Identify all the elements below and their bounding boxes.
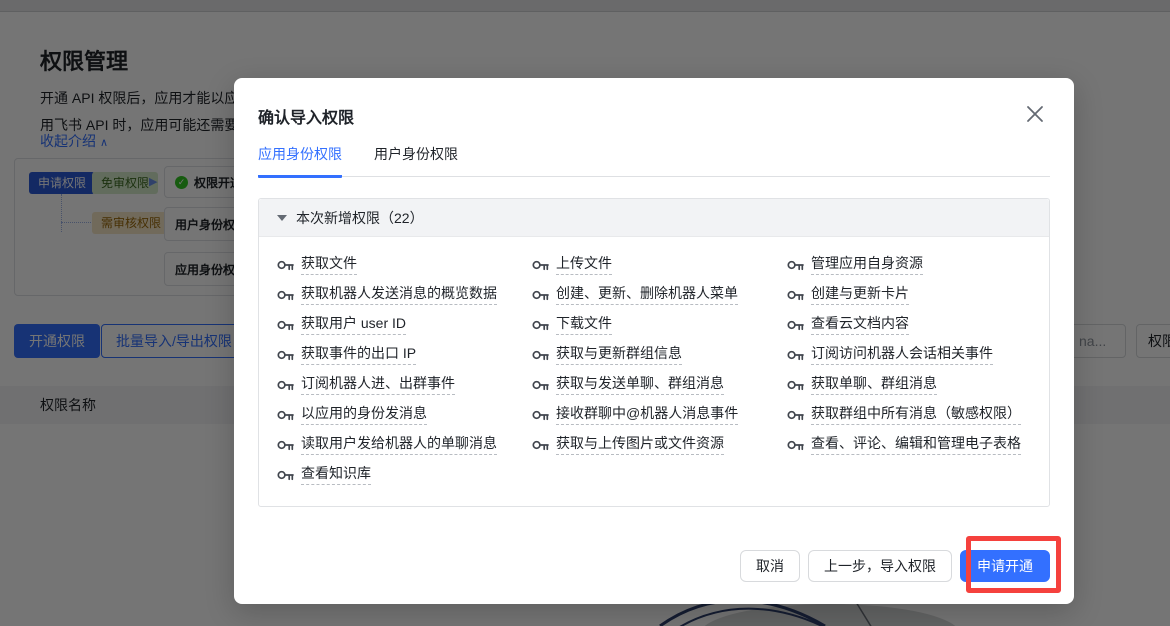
key-icon xyxy=(532,379,549,392)
permission-item[interactable]: 读取用户发给机器人的单聊消息 xyxy=(277,430,532,460)
permissions-grid: 获取文件 获取机器人发送消息的概览数据 获取用户 user ID 获取事件的出口… xyxy=(259,237,1049,490)
permission-item[interactable]: 以应用的身份发消息 xyxy=(277,400,532,430)
permission-label: 以应用的身份发消息 xyxy=(301,405,427,425)
key-icon xyxy=(787,289,804,302)
screen: 权限管理 开通 API 权限后，应用才能以应用身 用飞书 API 时，应用可能还… xyxy=(0,0,1170,626)
permission-item[interactable]: 获取与更新群组信息 xyxy=(532,340,787,370)
cancel-button[interactable]: 取消 xyxy=(740,550,800,582)
key-icon xyxy=(532,259,549,272)
permission-item[interactable]: 查看云文档内容 xyxy=(787,310,1049,340)
permission-item[interactable]: 管理应用自身资源 xyxy=(787,250,1049,280)
permission-label: 管理应用自身资源 xyxy=(811,255,923,275)
permission-item[interactable]: 获取事件的出口 IP xyxy=(277,340,532,370)
permission-item[interactable]: 创建与更新卡片 xyxy=(787,280,1049,310)
permission-item[interactable]: 获取用户 user ID xyxy=(277,310,532,340)
key-icon xyxy=(277,289,294,302)
chevron-down-icon xyxy=(277,215,287,221)
permissions-column-2: 上传文件 创建、更新、删除机器人菜单 下载文件 获取与更新群组信息 获取与发送单… xyxy=(532,250,787,490)
key-icon xyxy=(277,409,294,422)
permission-label: 获取群组中所有消息（敏感权限） xyxy=(811,405,1021,425)
permissions-column-1: 获取文件 获取机器人发送消息的概览数据 获取用户 user ID 获取事件的出口… xyxy=(277,250,532,490)
key-icon xyxy=(277,439,294,452)
key-icon xyxy=(787,319,804,332)
key-icon xyxy=(277,319,294,332)
permission-label: 查看知识库 xyxy=(301,465,371,485)
key-icon xyxy=(532,289,549,302)
new-permissions-section-header[interactable]: 本次新增权限（22） xyxy=(259,199,1049,237)
permission-item[interactable]: 查看知识库 xyxy=(277,460,532,490)
permission-item[interactable]: 接收群聊中@机器人消息事件 xyxy=(532,400,787,430)
key-icon xyxy=(787,379,804,392)
key-icon xyxy=(277,469,294,482)
key-icon xyxy=(532,439,549,452)
permission-item[interactable]: 查看、评论、编辑和管理电子表格 xyxy=(787,430,1049,460)
permission-item[interactable]: 订阅机器人进、出群事件 xyxy=(277,370,532,400)
close-icon[interactable] xyxy=(1024,103,1046,125)
permission-item[interactable]: 下载文件 xyxy=(532,310,787,340)
key-icon xyxy=(277,349,294,362)
permission-item[interactable]: 订阅访问机器人会话相关事件 xyxy=(787,340,1049,370)
permission-label: 查看云文档内容 xyxy=(811,315,909,335)
key-icon xyxy=(787,259,804,272)
permission-label: 上传文件 xyxy=(556,255,612,275)
key-icon xyxy=(277,379,294,392)
permission-label: 获取与发送单聊、群组消息 xyxy=(556,375,724,395)
permission-label: 获取与上传图片或文件资源 xyxy=(556,435,724,455)
permission-item[interactable]: 获取文件 xyxy=(277,250,532,280)
key-icon xyxy=(532,349,549,362)
permission-label: 创建与更新卡片 xyxy=(811,285,909,305)
new-permissions-section: 本次新增权限（22） 获取文件 获取机器人发送消息的概览数据 获取用户 user… xyxy=(258,198,1050,507)
permission-label: 获取文件 xyxy=(301,255,357,275)
section-header-label: 本次新增权限（22） xyxy=(296,208,424,228)
permission-label: 创建、更新、删除机器人菜单 xyxy=(556,285,738,305)
dialog-title: 确认导入权限 xyxy=(258,104,354,128)
permission-label: 下载文件 xyxy=(556,315,612,335)
permission-label: 获取单聊、群组消息 xyxy=(811,375,937,395)
key-icon xyxy=(532,319,549,332)
permission-item[interactable]: 创建、更新、删除机器人菜单 xyxy=(532,280,787,310)
permission-label: 获取用户 user ID xyxy=(301,315,406,335)
tab-user-identity-permissions[interactable]: 用户身份权限 xyxy=(374,144,458,176)
permission-item[interactable]: 获取群组中所有消息（敏感权限） xyxy=(787,400,1049,430)
permission-item[interactable]: 获取与上传图片或文件资源 xyxy=(532,430,787,460)
key-icon xyxy=(277,259,294,272)
permission-label: 订阅机器人进、出群事件 xyxy=(301,375,455,395)
permission-label: 获取与更新群组信息 xyxy=(556,345,682,365)
permission-label: 读取用户发给机器人的单聊消息 xyxy=(301,435,497,455)
dialog-tabs: 应用身份权限 用户身份权限 xyxy=(258,144,1050,177)
permissions-column-3: 管理应用自身资源 创建与更新卡片 查看云文档内容 订阅访问机器人会话相关事件 获… xyxy=(787,250,1049,490)
apply-activate-button[interactable]: 申请开通 xyxy=(960,550,1050,582)
permission-label: 获取机器人发送消息的概览数据 xyxy=(301,285,497,305)
permission-label: 获取事件的出口 IP xyxy=(301,345,416,365)
key-icon xyxy=(787,439,804,452)
permission-item[interactable]: 获取机器人发送消息的概览数据 xyxy=(277,280,532,310)
key-icon xyxy=(532,409,549,422)
permission-item[interactable]: 获取与发送单聊、群组消息 xyxy=(532,370,787,400)
confirm-import-permissions-dialog: 确认导入权限 应用身份权限 用户身份权限 本次新增权限（22） 获取文件 获取机… xyxy=(234,78,1074,604)
tab-app-identity-permissions[interactable]: 应用身份权限 xyxy=(258,144,342,178)
permission-item[interactable]: 上传文件 xyxy=(532,250,787,280)
dialog-footer: 取消 上一步，导入权限 申请开通 xyxy=(740,550,1050,582)
permission-label: 接收群聊中@机器人消息事件 xyxy=(556,405,738,425)
back-import-permissions-button[interactable]: 上一步，导入权限 xyxy=(808,550,952,582)
permission-label: 查看、评论、编辑和管理电子表格 xyxy=(811,435,1021,455)
key-icon xyxy=(787,349,804,362)
key-icon xyxy=(787,409,804,422)
permission-item[interactable]: 获取单聊、群组消息 xyxy=(787,370,1049,400)
permission-label: 订阅访问机器人会话相关事件 xyxy=(811,345,993,365)
